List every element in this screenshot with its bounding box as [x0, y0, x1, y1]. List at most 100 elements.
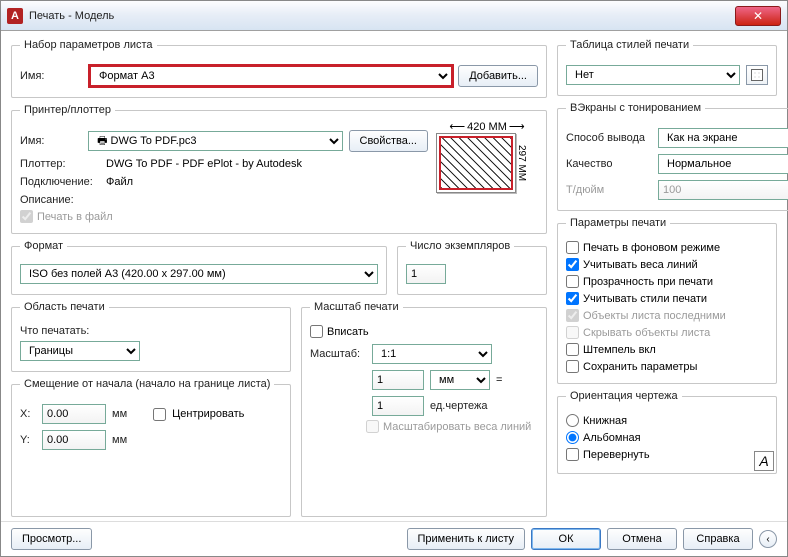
scale-mm-input[interactable]	[372, 370, 424, 390]
plot-style-table-select[interactable]: Нет	[566, 65, 740, 85]
hide-paperspace-checkbox	[566, 326, 579, 339]
printer-name-label: Имя:	[20, 135, 82, 147]
printer-properties-button[interactable]: Свойства...	[349, 130, 428, 152]
dpi-label: Т/дюйм	[566, 184, 652, 196]
plot-options-legend: Параметры печати	[566, 217, 670, 229]
offset-y-unit: мм	[112, 434, 127, 446]
scale-lineweights-label: Масштабировать веса линий	[383, 421, 531, 433]
plot-background-checkbox[interactable]	[566, 241, 579, 254]
scale-units-label: ед.чертежа	[430, 400, 487, 412]
scale-equals: =	[496, 374, 502, 386]
upside-down-label: Перевернуть	[583, 449, 650, 461]
center-plot-checkbox[interactable]	[153, 408, 166, 421]
upside-down-checkbox[interactable]	[566, 448, 579, 461]
paper-size-legend: Формат	[20, 240, 67, 252]
copies-input[interactable]	[406, 264, 446, 284]
paper-preview: ⟵420 MM⟶ 297 MM	[436, 120, 538, 193]
shade-plot-select[interactable]: Как на экране	[658, 128, 788, 148]
shade-plot-label: Способ вывода	[566, 132, 652, 144]
ok-button[interactable]: ОК	[531, 528, 601, 550]
orientation-legend: Ориентация чертежа	[566, 390, 682, 402]
dpi-input	[658, 180, 788, 200]
add-page-setup-button[interactable]: Добавить...	[458, 65, 538, 87]
page-setup-name-label: Имя:	[20, 70, 84, 82]
connection-label: Подключение:	[20, 176, 100, 188]
portrait-radio[interactable]	[566, 414, 579, 427]
save-changes-checkbox[interactable]	[566, 360, 579, 373]
save-changes-label: Сохранить параметры	[583, 361, 697, 373]
plot-style-edit-button[interactable]	[746, 65, 768, 85]
printer-group: Принтер/плоттер ⟵420 MM⟶ 297 MM Имя: 🖶 D…	[11, 104, 547, 234]
plot-scale-legend: Масштаб печати	[310, 301, 403, 313]
titlebar: A Печать - Модель ✕	[1, 1, 787, 31]
preview-button[interactable]: Просмотр...	[11, 528, 92, 550]
print-to-file-checkbox	[20, 210, 33, 223]
offset-x-input[interactable]	[42, 404, 106, 424]
printer-legend: Принтер/плоттер	[20, 104, 115, 116]
scale-ratio-select[interactable]: 1:1	[372, 344, 492, 364]
plot-lineweights-checkbox[interactable]	[566, 258, 579, 271]
plot-paperspace-last-label: Объекты листа последними	[583, 310, 726, 322]
paper-size-select[interactable]: ISO без полей A3 (420.00 x 297.00 мм)	[20, 264, 378, 284]
scale-unit-select[interactable]: мм	[430, 370, 490, 390]
plot-styles-checkbox[interactable]	[566, 292, 579, 305]
orientation-group: Ориентация чертежа Книжная Альбомная Пер…	[557, 390, 777, 474]
cancel-button[interactable]: Отмена	[607, 528, 677, 550]
printer-name-select[interactable]: 🖶 DWG To PDF.pc3	[88, 131, 342, 151]
offset-y-label: Y:	[20, 434, 36, 446]
copies-group: Число экземпляров	[397, 240, 547, 295]
scale-units-input[interactable]	[372, 396, 424, 416]
plot-lineweights-label: Учитывать веса линий	[583, 259, 698, 271]
table-icon	[751, 69, 763, 81]
hide-paperspace-label: Скрывать объекты листа	[583, 327, 710, 339]
plot-stamp-checkbox[interactable]	[566, 343, 579, 356]
help-button[interactable]: Справка	[683, 528, 753, 550]
print-to-file-label: Печать в файл	[37, 211, 113, 223]
window-title: Печать - Модель	[29, 10, 735, 22]
close-button[interactable]: ✕	[735, 6, 781, 26]
app-icon: A	[7, 8, 23, 24]
page-setup-name-select[interactable]: Формат А3	[90, 66, 452, 86]
copies-legend: Число экземпляров	[406, 240, 514, 252]
plot-offset-group: Смещение от начала (начало на границе ли…	[11, 378, 291, 517]
plot-style-table-legend: Таблица стилей печати	[566, 39, 693, 51]
paper-size-group: Формат ISO без полей A3 (420.00 x 297.00…	[11, 240, 387, 295]
plot-area-group: Область печати Что печатать: Границы	[11, 301, 291, 372]
offset-y-input[interactable]	[42, 430, 106, 450]
plot-transparency-label: Прозрачность при печати	[583, 276, 713, 288]
plot-scale-group: Масштаб печати Вписать Масштаб: 1:1 мм =	[301, 301, 547, 517]
shaded-viewport-group: ВЭкраны с тонированием Способ вывода Как…	[557, 102, 788, 211]
portrait-label: Книжная	[583, 415, 627, 427]
quality-label: Качество	[566, 158, 652, 170]
landscape-radio[interactable]	[566, 431, 579, 444]
plot-stamp-label: Штемпель вкл	[583, 344, 656, 356]
landscape-label: Альбомная	[583, 432, 641, 444]
plotter-value: DWG To PDF - PDF ePlot - by Autodesk	[106, 158, 302, 170]
center-plot-label: Центрировать	[172, 408, 244, 420]
apply-to-layout-button[interactable]: Применить к листу	[407, 528, 526, 550]
plot-offset-legend: Смещение от начала (начало на границе ли…	[20, 378, 274, 390]
what-to-plot-label: Что печатать:	[20, 325, 282, 337]
plot-style-table-group: Таблица стилей печати Нет	[557, 39, 777, 96]
plot-styles-label: Учитывать стили печати	[583, 293, 707, 305]
quality-select[interactable]: Нормальное	[658, 154, 788, 174]
page-setup-group: Набор параметров листа Имя: Формат А3 До…	[11, 39, 547, 98]
shaded-viewport-legend: ВЭкраны с тонированием	[566, 102, 705, 114]
plot-options-group: Параметры печати Печать в фоновом режиме…	[557, 217, 777, 384]
collapse-button[interactable]: ‹	[759, 530, 777, 548]
fit-to-paper-label: Вписать	[327, 326, 369, 338]
orientation-icon: A	[754, 451, 774, 471]
scale-lineweights-checkbox	[366, 420, 379, 433]
connection-value: Файл	[106, 176, 133, 188]
plotter-label: Плоттер:	[20, 158, 100, 170]
scale-label: Масштаб:	[310, 348, 366, 360]
plot-paperspace-last-checkbox	[566, 309, 579, 322]
page-setup-legend: Набор параметров листа	[20, 39, 157, 51]
offset-x-unit: мм	[112, 408, 127, 420]
fit-to-paper-checkbox[interactable]	[310, 325, 323, 338]
what-to-plot-select[interactable]: Границы	[20, 341, 140, 361]
offset-x-label: X:	[20, 408, 36, 420]
plot-transparency-checkbox[interactable]	[566, 275, 579, 288]
description-label: Описание:	[20, 194, 100, 206]
plot-background-label: Печать в фоновом режиме	[583, 242, 720, 254]
